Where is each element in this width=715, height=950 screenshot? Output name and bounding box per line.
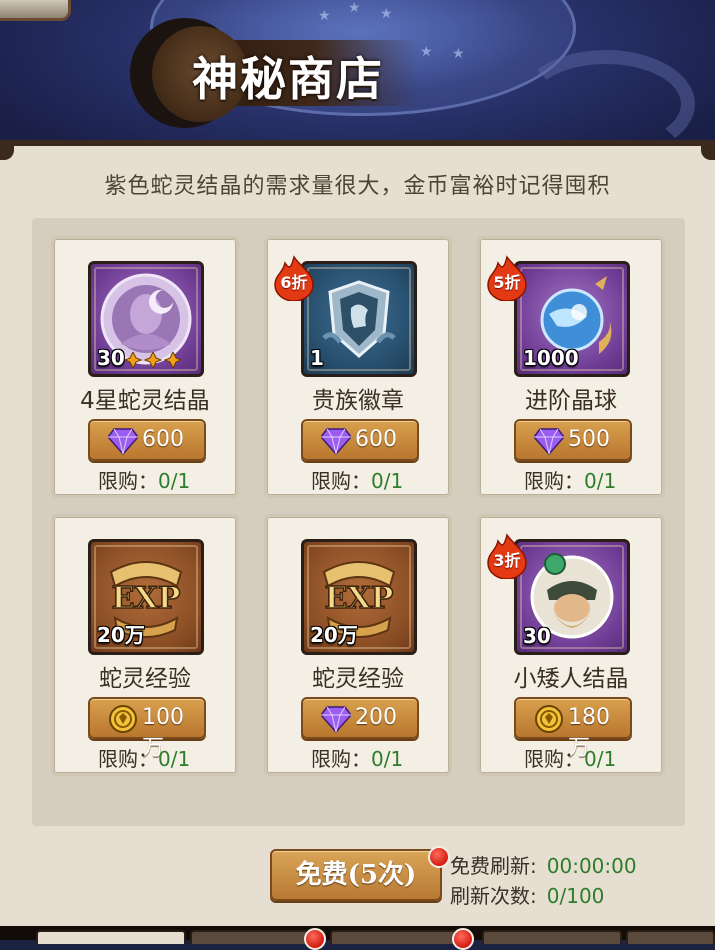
buy-button[interactable]: 200: [301, 697, 419, 739]
purchase-limit: 限购：0/1: [524, 747, 617, 771]
page-title: 神秘商店: [192, 52, 384, 106]
star-icon: ★: [348, 0, 361, 16]
item-icon-frame: 1000: [514, 261, 630, 377]
svg-text:EXP: EXP: [325, 581, 394, 616]
star-icon: ★: [318, 8, 331, 24]
purchase-limit: 限购：0/1: [98, 747, 191, 771]
item-count: 1: [310, 346, 324, 370]
notification-dot: [304, 928, 326, 950]
item-name: 蛇灵经验: [99, 666, 191, 692]
item-count: 30: [97, 346, 125, 370]
item-count: 20万: [97, 623, 145, 647]
price-amount: 500: [568, 427, 610, 452]
panel-corner: [0, 146, 14, 160]
free-refresh-button[interactable]: 免费(5次): [270, 849, 442, 901]
diamond-icon: [321, 428, 351, 455]
shop-panel: 紫色蛇灵结晶的需求量很大，金币富裕时记得囤积 30 4星蛇灵结晶 600 限购：…: [0, 140, 715, 930]
star-icon: ★: [380, 6, 393, 22]
item-icon-frame: 30: [514, 539, 630, 655]
panel-corner: [701, 146, 715, 160]
gold-coin-icon: [535, 705, 563, 733]
buy-button[interactable]: 180万: [514, 697, 632, 761]
shop-item-card[interactable]: 5折 1000 进阶晶球 500 限购：0/1: [477, 236, 665, 498]
purchase-limit: 限购：0/1: [311, 469, 404, 493]
shop-item-card[interactable]: 3折 30 小矮人结晶 180万 限购：0/1: [477, 514, 665, 776]
price-amount: 200: [355, 705, 397, 730]
back-button[interactable]: [0, 0, 71, 21]
item-count: 30: [523, 624, 551, 648]
notification-dot: [452, 928, 474, 950]
free-refresh-timer: 免费刷新: 00:00:00: [450, 854, 637, 878]
item-count: 20万: [310, 623, 358, 647]
discount-badge: 3折: [484, 533, 530, 580]
diamond-icon: [321, 706, 351, 733]
item-count: 1000: [523, 346, 579, 370]
item-name: 4星蛇灵结晶: [80, 388, 210, 414]
price-amount: 600: [355, 427, 397, 452]
item-name: 进阶晶球: [525, 388, 617, 414]
tab-shop-5[interactable]: [626, 930, 715, 944]
shop-item-card[interactable]: 6折 1 贵族徽章 600 限购：0/1: [264, 236, 452, 498]
star-icon: ★: [420, 44, 433, 60]
shop-item-card[interactable]: 30 4星蛇灵结晶 600 限购：0/1: [51, 236, 239, 498]
price-amount: 600: [142, 427, 184, 452]
item-name: 小矮人结晶: [513, 666, 629, 692]
item-icon-frame: EXP 20万: [301, 539, 417, 655]
discount-badge: 6折: [271, 255, 317, 302]
tab-mystery-shop[interactable]: [36, 930, 186, 944]
discount-badge: 5折: [484, 255, 530, 302]
purchase-limit: 限购：0/1: [311, 747, 404, 771]
item-icon-frame: 30: [88, 261, 204, 377]
gold-coin-icon: [109, 705, 137, 733]
shop-hint: 紫色蛇灵结晶的需求量很大，金币富裕时记得囤积: [104, 174, 611, 199]
star-rating-icon: [125, 352, 181, 368]
buy-button[interactable]: 600: [301, 419, 419, 461]
svg-text:EXP: EXP: [112, 581, 181, 616]
refresh-count: 刷新次数: 0/100: [450, 884, 605, 908]
tab-shop-4[interactable]: [482, 930, 622, 944]
purchase-limit: 限购：0/1: [524, 469, 617, 493]
purchase-limit: 限购：0/1: [98, 469, 191, 493]
item-icon-frame: EXP 20万: [88, 539, 204, 655]
diamond-icon: [108, 428, 138, 455]
shop-item-card[interactable]: EXP 20万 蛇灵经验 100万 限购：0/1: [51, 514, 239, 776]
item-name: 贵族徽章: [312, 388, 404, 414]
buy-button[interactable]: 600: [88, 419, 206, 461]
diamond-icon: [534, 428, 564, 455]
buy-button[interactable]: 100万: [88, 697, 206, 761]
tab-shop-3[interactable]: [330, 930, 472, 944]
notification-dot: [428, 846, 450, 868]
item-icon-frame: 1: [301, 261, 417, 377]
buy-button[interactable]: 500: [514, 419, 632, 461]
shop-item-card[interactable]: EXP 20万 蛇灵经验 200 限购：0/1: [264, 514, 452, 776]
item-name: 蛇灵经验: [312, 666, 404, 692]
star-icon: ★: [452, 46, 465, 62]
